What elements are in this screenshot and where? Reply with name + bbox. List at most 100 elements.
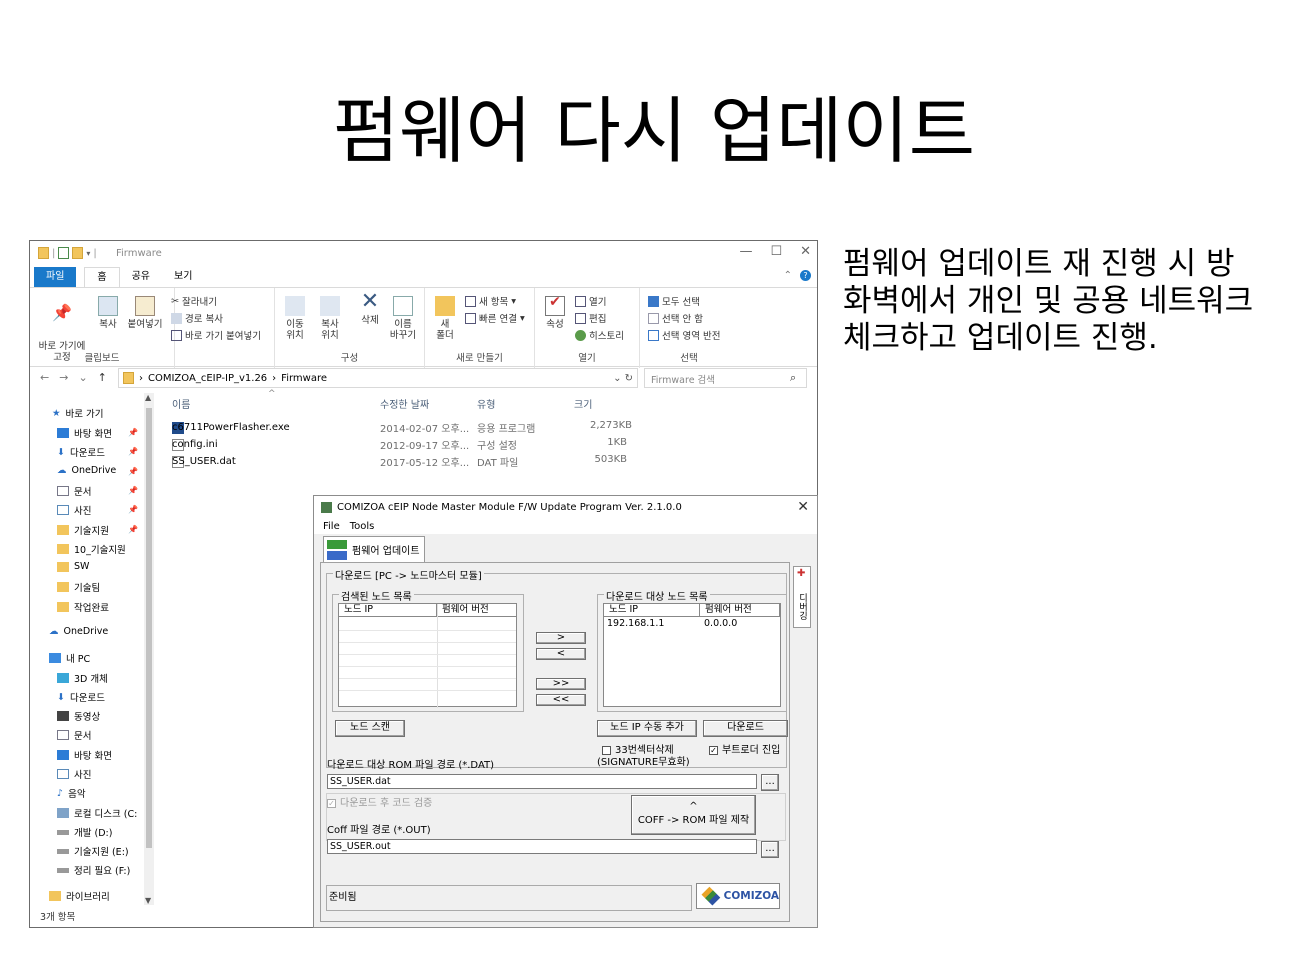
copy-to-button[interactable]: 복사 위치 [315,296,345,341]
nav-this-pc[interactable]: 내 PC [49,651,90,665]
nav-item[interactable]: 사진 [57,503,91,517]
nav-item[interactable]: 로컬 디스크 (C: [57,806,137,820]
breadcrumb-item[interactable]: COMIZOA_cEIP-IP_v1.26 [148,373,267,384]
file-row[interactable]: c6711PowerFlasher.exe 2014-02-07 오후... 응… [170,418,650,435]
nav-onedrive[interactable]: ☁ OneDrive [49,626,108,637]
file-row[interactable]: config.ini 2012-09-17 오후... 구성 설정 1KB [170,435,650,452]
nav-item[interactable]: 문서 [57,728,91,742]
up-icon[interactable]: ↑ [98,371,107,384]
nav-item[interactable]: 정리 필요 (F:) [57,863,130,877]
nav-item[interactable]: SW [57,561,89,572]
nav-item[interactable]: 동영상 [57,709,100,723]
tab-share[interactable]: 공유 [120,267,162,287]
found-col-ip[interactable]: 노드 IP [339,604,437,617]
nav-item[interactable]: 3D 개체 [57,671,108,685]
found-nodes-list[interactable]: 노드 IP 펌웨어 버전 [338,603,517,708]
ribbon-collapse-icon[interactable]: ⌃ [784,270,792,281]
paste-button[interactable]: 붙여넣기 [125,296,165,330]
scroll-up-icon[interactable]: ▲ [145,393,151,402]
recent-chevron-icon[interactable]: ⌄ [78,371,87,384]
menu-tools[interactable]: Tools [350,521,375,532]
tab-home[interactable]: 홈 [84,267,120,287]
nav-libraries[interactable]: 라이브러리 [49,889,110,903]
nav-item[interactable]: 개발 (D:) [57,825,112,839]
download-button[interactable]: 다운로드 [703,720,788,737]
select-none-button[interactable]: 선택 안 함 [648,311,703,325]
copy-button[interactable]: 복사 [93,296,123,330]
coff-path-input[interactable]: SS_USER.out [327,839,757,854]
column-size[interactable]: 크기 [574,396,592,411]
verify-checkbox[interactable]: ✓ 다운로드 후 코드 검증 [327,794,432,809]
history-button[interactable]: 히스토리 [575,328,624,342]
scroll-down-icon[interactable]: ▼ [145,896,151,905]
nav-quick-access[interactable]: ★ 바로 가기 [52,406,104,421]
nav-item[interactable]: ☁ OneDrive [57,465,116,476]
target-col-ip[interactable]: 노드 IP [604,604,700,617]
close-icon[interactable]: ✕ [797,499,809,515]
nav-item[interactable]: 작업완료 [57,600,109,614]
cut-button[interactable]: ✂ 잘라내기 [171,294,217,309]
tab-file[interactable]: 파일 [34,267,77,287]
nav-item[interactable]: 문서 [57,484,91,498]
nav-scrollbar-thumb[interactable] [146,408,152,848]
search-input[interactable]: Firmware 검색 [644,368,807,388]
new-folder-icon[interactable] [72,247,84,259]
chevron-down-icon[interactable]: ▾ [86,249,90,258]
move-all-right-button[interactable]: >> [536,678,586,690]
coff-to-rom-button[interactable]: ^ COFF -> ROM 파일 제작 [631,795,756,835]
move-left-button[interactable]: < [536,648,586,660]
nav-item[interactable]: ⬇ 다운로드 [57,690,105,705]
nav-item[interactable]: 기술지원 (E:) [57,844,129,858]
add-node-ip-button[interactable]: 노드 IP 수동 추가 [597,720,697,737]
delete-button[interactable]: ✕ 삭제 [355,291,385,327]
coff-browse-button[interactable]: ... [761,841,779,858]
help-icon[interactable]: ? [800,270,811,281]
new-folder-button[interactable]: 새 폴더 [431,296,459,341]
maximize-icon[interactable]: ☐ [770,244,782,259]
minimize-icon[interactable]: — [739,244,752,259]
rom-browse-button[interactable]: ... [761,774,779,791]
forward-icon[interactable]: → [59,371,68,384]
bootloader-checkbox[interactable]: ✓ 부트로더 진입 [709,741,780,756]
nav-item[interactable]: 기술팀 [57,580,100,594]
move-all-left-button[interactable]: << [536,694,586,706]
tab-firmware-update[interactable]: 펌웨어 업데이트 [323,536,425,562]
nav-item[interactable]: 바탕 화면 [57,748,112,762]
back-icon[interactable]: ← [40,371,49,384]
move-right-button[interactable]: > [536,632,586,644]
move-to-button[interactable]: 이동 위치 [281,296,309,341]
file-row[interactable]: SS_USER.dat 2017-05-12 오후... DAT 파일 503K… [170,452,650,469]
new-item-button[interactable]: 새 항목 ▾ [465,294,516,308]
column-name[interactable]: 이름 [172,396,190,411]
menu-file[interactable]: File [323,521,340,532]
open-button[interactable]: 열기 [575,294,606,308]
easy-access-button[interactable]: 빠른 연결 ▾ [465,311,525,325]
found-col-fw[interactable]: 펌웨어 버전 [437,604,517,617]
column-date[interactable]: 수정한 날짜 [380,396,429,411]
properties-button[interactable]: ✔ 속성 [541,295,569,330]
nav-item[interactable]: 10_기술지원 [57,542,126,556]
properties-icon[interactable] [58,247,70,259]
close-icon[interactable]: ✕ [800,244,811,259]
column-type[interactable]: 유형 [477,396,495,411]
tab-view[interactable]: 보기 [162,267,204,287]
nav-item[interactable]: 사진 [57,767,91,781]
nav-item[interactable]: ⬇ 다운로드 [57,445,105,460]
refresh-icon[interactable]: ⌄ ↻ [613,373,633,384]
nav-item[interactable]: 바탕 화면 [57,426,112,440]
select-all-button[interactable]: 모두 선택 [648,294,700,308]
address-bar[interactable]: › COMIZOA_cEIP-IP_v1.26 › Firmware ⌄ ↻ [118,368,638,388]
breadcrumb-item[interactable]: Firmware [281,373,327,384]
nav-item[interactable]: ♪ 음악 [57,786,86,801]
rom-path-input[interactable]: SS_USER.dat [327,774,757,789]
node-scan-button[interactable]: 노드 스캔 [335,720,405,737]
target-row-ip[interactable]: 192.168.1.1 [607,618,664,629]
edit-button[interactable]: 편집 [575,311,606,325]
paste-shortcut-button[interactable]: 바로 가기 붙여넣기 [171,328,261,342]
target-col-fw[interactable]: 펌웨어 버전 [700,604,780,617]
nav-item[interactable]: 기술지원 [57,523,109,537]
target-nodes-list[interactable]: 노드 IP 펌웨어 버전 192.168.1.1 0.0.0.0 [603,603,781,707]
copy-path-button[interactable]: 경로 복사 [171,311,223,325]
invert-selection-button[interactable]: 선택 영역 반전 [648,328,720,342]
rename-button[interactable]: 이름 바꾸기 [387,296,419,341]
